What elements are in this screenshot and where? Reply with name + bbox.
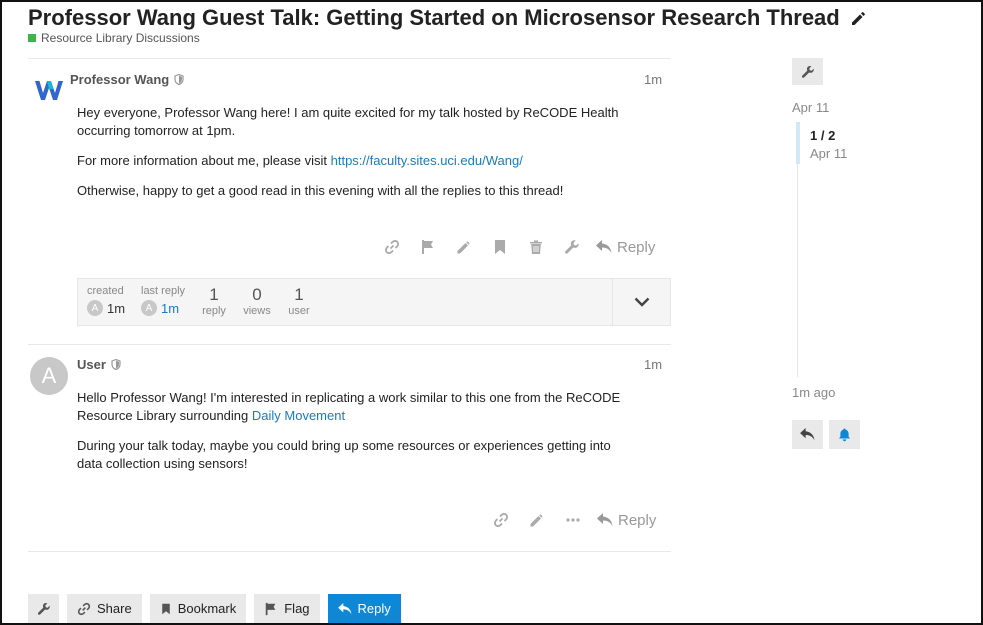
daily-movement-link[interactable]: Daily Movement — [252, 408, 345, 423]
footer-wrench-button[interactable] — [28, 594, 59, 623]
category-name[interactable]: Resource Library Discussions — [41, 31, 200, 45]
post-1-username[interactable]: Professor Wang — [70, 72, 184, 87]
topic-map: created A 1m last reply A 1m 1 reply 0 v… — [77, 278, 671, 326]
post-1-paragraph: Hey everyone, Professor Wang here! I am … — [77, 105, 619, 138]
reply-arrow-icon — [596, 240, 612, 253]
link-icon — [77, 602, 91, 615]
reply-arrow-icon — [337, 602, 351, 614]
timeline-handle[interactable] — [796, 122, 800, 164]
reply-arrow-icon — [597, 513, 613, 526]
timeline-reply-button[interactable] — [792, 420, 823, 449]
link-icon[interactable] — [374, 234, 410, 260]
category-badge[interactable]: Resource Library Discussions — [28, 31, 200, 45]
link-icon[interactable] — [483, 507, 519, 533]
post-1-time[interactable]: 1m — [644, 72, 662, 87]
views-stat: 0 views — [241, 285, 273, 317]
divider — [28, 58, 671, 59]
post-1-link-paragraph: For more information about me, please vi… — [77, 152, 637, 170]
pencil-icon[interactable] — [519, 507, 555, 533]
wrench-icon — [801, 65, 814, 78]
topic-footer-buttons: Share Bookmark Flag Reply — [28, 594, 401, 623]
share-button[interactable]: Share — [67, 594, 142, 623]
shield-icon — [174, 74, 184, 85]
last-reply-info[interactable]: last reply A 1m — [141, 285, 185, 316]
edit-pencil-icon[interactable] — [850, 7, 868, 33]
replies-stat: 1 reply — [201, 285, 227, 317]
flag-icon[interactable] — [410, 234, 446, 260]
divider — [28, 551, 671, 552]
timeline-end-label[interactable]: 1m ago — [792, 385, 835, 400]
replies-count: 1 — [209, 285, 219, 304]
post-1-link-prefix: For more information about me, please vi… — [77, 153, 331, 168]
divider — [28, 344, 671, 345]
avatar[interactable]: A — [141, 300, 157, 316]
faculty-link[interactable]: https://faculty.sites.uci.edu/Wang/ — [331, 153, 523, 168]
users-count: 1 — [294, 285, 304, 304]
bell-icon — [839, 428, 850, 441]
category-color-square — [28, 34, 36, 42]
bookmark-icon — [161, 603, 170, 614]
notification-button[interactable] — [829, 420, 860, 449]
post-2-username-text[interactable]: User — [77, 357, 106, 372]
expand-topic-map-button[interactable] — [612, 279, 670, 325]
chevron-down-icon — [634, 297, 649, 307]
timeline-position: 1 / 2 — [810, 128, 836, 143]
post-2-reply-label[interactable]: Reply — [618, 512, 656, 529]
post-1-reply-label[interactable]: Reply — [617, 239, 655, 256]
more-options-icon[interactable] — [555, 507, 591, 533]
post-2-paragraph-text: Hello Professor Wang! I'm interested in … — [77, 390, 621, 423]
views-count: 0 — [252, 285, 262, 304]
bookmark-label[interactable]: Bookmark — [178, 601, 237, 616]
admin-wrench-button[interactable] — [792, 58, 823, 85]
last-reply-label: last reply — [141, 285, 186, 297]
trash-icon[interactable] — [518, 234, 554, 260]
replies-label: reply — [202, 305, 226, 317]
topic-title-text: Professor Wang Guest Talk: Getting Start… — [28, 5, 840, 30]
wrench-icon — [37, 602, 50, 615]
bookmark-icon[interactable] — [482, 234, 518, 260]
reply-arrow-icon — [800, 428, 815, 441]
created-info[interactable]: created A 1m — [87, 285, 125, 316]
post-2-body: Hello Professor Wang! I'm interested in … — [77, 389, 637, 485]
wang-logo-icon[interactable] — [34, 78, 64, 104]
flag-label[interactable]: Flag — [284, 601, 309, 616]
flag-button[interactable]: Flag — [254, 594, 320, 623]
avatar[interactable]: A — [30, 357, 68, 395]
pencil-icon[interactable] — [446, 234, 482, 260]
shield-icon — [111, 359, 121, 370]
share-label[interactable]: Share — [97, 601, 132, 616]
reply-button[interactable]: Reply — [327, 594, 401, 623]
wrench-icon[interactable] — [554, 234, 590, 260]
post-1-username-text[interactable]: Professor Wang — [70, 72, 169, 87]
timeline-position-date: Apr 11 — [810, 146, 848, 161]
flag-icon — [265, 602, 276, 615]
post-1-body: Hey everyone, Professor Wang here! I am … — [77, 104, 637, 212]
last-reply-value[interactable]: 1m — [161, 301, 179, 316]
post-2-actions: Reply — [483, 507, 656, 533]
timeline-start-date[interactable]: Apr 11 — [792, 100, 829, 115]
created-value: 1m — [107, 300, 126, 316]
post-1-paragraph: Otherwise, happy to get a good read in t… — [77, 183, 564, 198]
post-1-reply-button[interactable]: Reply — [596, 239, 655, 256]
views-label: views — [243, 305, 271, 317]
post-2-time[interactable]: 1m — [644, 357, 662, 372]
post-1-actions: Reply — [374, 234, 655, 260]
bookmark-button[interactable]: Bookmark — [149, 594, 247, 623]
post-2-paragraph: Hello Professor Wang! I'm interested in … — [77, 389, 637, 425]
created-label: created — [87, 285, 124, 297]
post-2-username[interactable]: User — [77, 357, 121, 372]
reply-label[interactable]: Reply — [358, 601, 391, 616]
topic-title: Professor Wang Guest Talk: Getting Start… — [28, 5, 868, 33]
users-stat: 1 user — [286, 285, 312, 317]
post-2-reply-button[interactable]: Reply — [597, 512, 656, 529]
post-2-paragraph: During your talk today, maybe you could … — [77, 438, 611, 471]
users-label: user — [288, 305, 310, 317]
avatar[interactable]: A — [87, 300, 103, 316]
